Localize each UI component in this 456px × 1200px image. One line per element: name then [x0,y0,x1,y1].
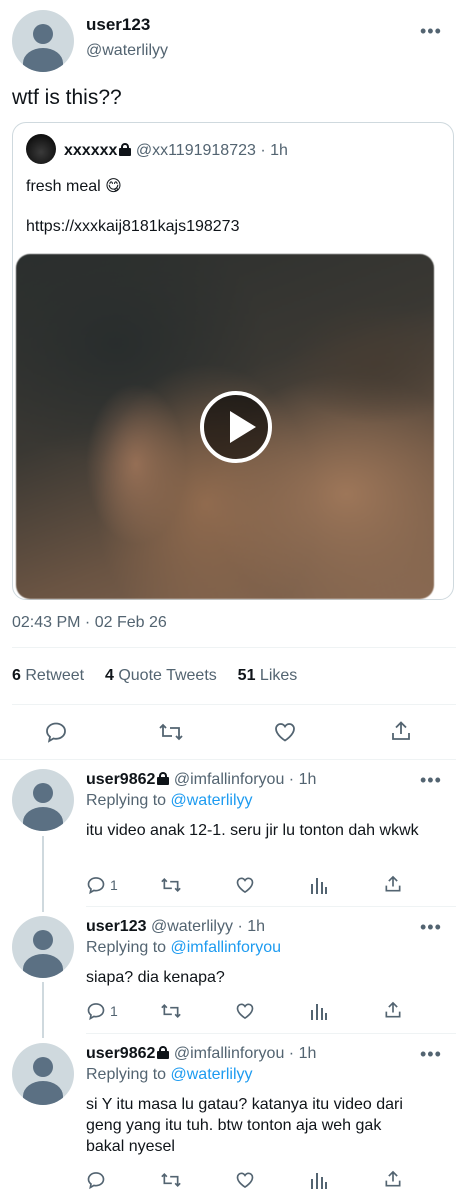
share-icon[interactable] [383,1000,403,1020]
reply-avatar[interactable] [12,1043,74,1105]
replying-to-link[interactable]: @waterlilyy [171,1066,253,1083]
retweet-icon[interactable] [160,875,182,895]
reply-icon[interactable] [44,720,68,744]
avatar[interactable] [12,10,74,72]
divider [86,906,456,907]
reply-time: · 1h [288,1045,317,1062]
replying-to: Replying to @waterlilyy [86,792,253,809]
more-options-icon[interactable]: ••• [420,22,442,40]
divider [0,759,456,760]
quoted-time: · 1h [260,142,288,159]
retweet-icon[interactable] [160,1001,182,1021]
replying-to: Replying to @waterlilyy [86,1066,253,1083]
analytics-icon[interactable] [310,1001,328,1021]
reply-icon[interactable] [86,1170,106,1190]
lock-icon [119,143,132,156]
quoted-url[interactable]: https://xxxkaij8181kajs198273 [26,218,239,236]
reply-header: user9862 @imfallinforyou · 1h [86,771,316,789]
more-options-icon[interactable]: ••• [420,1045,442,1063]
divider [12,704,456,705]
divider [12,647,456,648]
reply-count: 1 [110,877,118,893]
reply-author-name[interactable]: user9862 [86,1045,155,1062]
reply-author-handle[interactable]: @imfallinforyou [174,1045,285,1062]
reply-author-name[interactable]: user123 [86,918,147,935]
author-name[interactable]: user123 [86,15,150,35]
retweet-stat[interactable]: 6 Retweet [12,667,84,684]
replying-to-link[interactable]: @imfallinforyou [171,939,282,956]
analytics-icon[interactable] [310,1170,328,1190]
lock-icon [157,1046,170,1059]
tweet-text: wtf is this?? [12,86,122,109]
retweet-icon[interactable] [160,1170,182,1190]
reply-count: 1 [110,1003,118,1019]
reply-avatar[interactable] [12,916,74,978]
quote-tweets-stat[interactable]: 4 Quote Tweets [105,667,217,684]
reply-author-name[interactable]: user9862 [86,771,155,788]
reply-author-handle[interactable]: @waterlilyy [151,918,233,935]
quoted-author-handle[interactable]: @xx1191918723 [136,142,256,159]
reply-avatar[interactable] [12,769,74,831]
quoted-header: xxxxxx @xx1191918723 · 1h [64,142,288,160]
divider [86,1033,456,1034]
share-icon[interactable] [389,719,413,743]
reply-time: · 1h [237,918,266,935]
replying-to: Replying to @imfallinforyou [86,939,282,956]
tweet-timestamp[interactable]: 02:43 PM · 02 Feb 26 [12,614,167,632]
reply-time: · 1h [288,771,317,788]
retweet-icon[interactable] [158,720,184,744]
reply-icon[interactable] [86,1001,106,1021]
like-icon[interactable] [235,1001,255,1021]
tweet-stats: 6 Retweet 4 Quote Tweets 51 Likes [12,667,297,685]
like-icon[interactable] [273,720,297,744]
reply-text: siapa? dia kenapa? [86,969,225,986]
share-icon[interactable] [383,1169,403,1189]
reply-text: si Y itu masa lu gatau? katanya itu vide… [86,1096,403,1155]
more-options-icon[interactable]: ••• [420,918,442,936]
quoted-author-name[interactable]: xxxxxx [64,142,117,159]
reply-author-handle[interactable]: @imfallinforyou [174,771,285,788]
quoted-text: fresh meal 😋 [26,178,122,195]
more-options-icon[interactable]: ••• [420,771,442,789]
play-icon [230,411,256,443]
thread-line [42,836,44,912]
reply-header: user123 @waterlilyy · 1h [86,918,265,936]
analytics-icon[interactable] [310,875,328,895]
share-icon[interactable] [383,874,403,894]
quoted-avatar[interactable] [26,134,56,164]
play-button[interactable] [200,391,272,463]
likes-stat[interactable]: 51 Likes [238,667,298,684]
reply-header: user9862 @imfallinforyou · 1h [86,1045,316,1063]
author-handle[interactable]: @waterlilyy [86,42,168,60]
like-icon[interactable] [235,1170,255,1190]
thread-line [42,982,44,1038]
reply-text: itu video anak 12-1. seru jir lu tonton … [86,822,419,839]
reply-icon[interactable] [86,875,106,895]
like-icon[interactable] [235,875,255,895]
lock-icon [157,772,170,785]
replying-to-link[interactable]: @waterlilyy [171,792,253,809]
